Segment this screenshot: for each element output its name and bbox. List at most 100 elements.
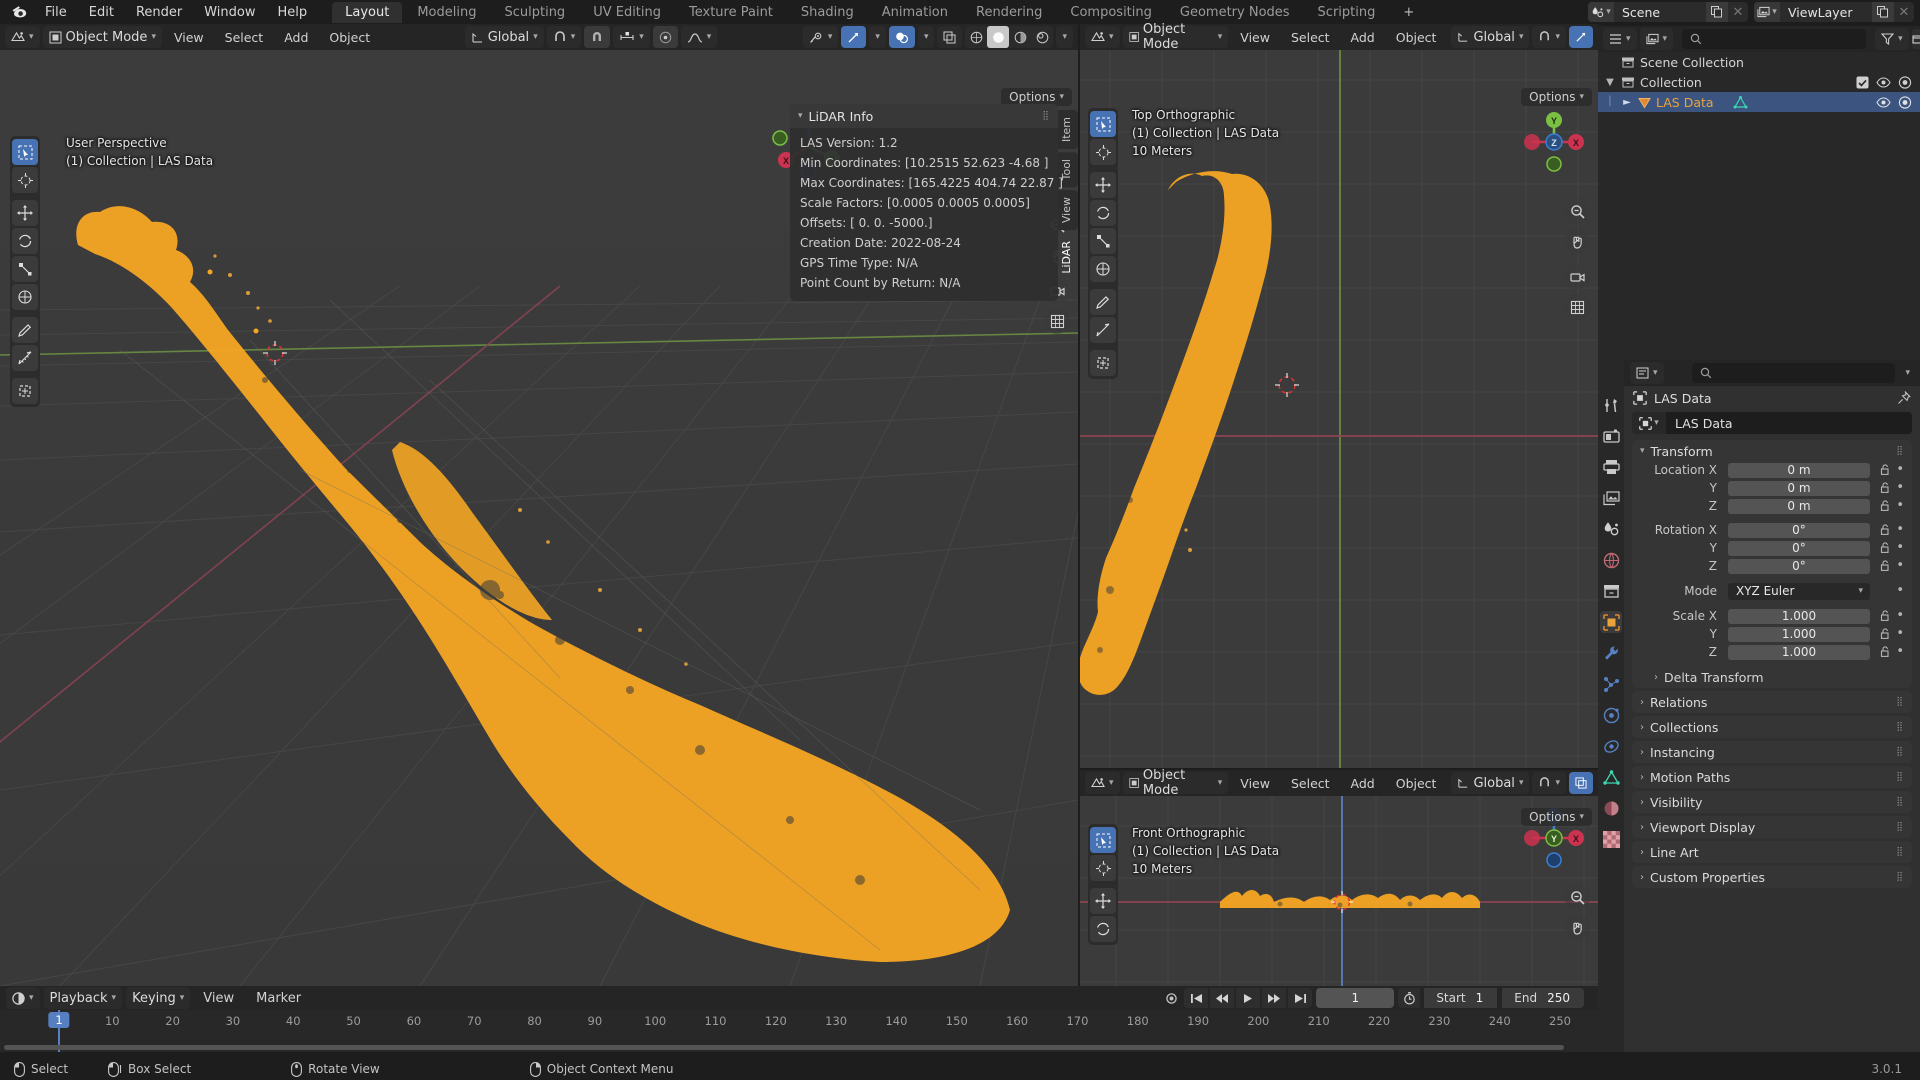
grip-dots-icon[interactable]: ⣿ <box>1896 799 1904 805</box>
tab-shading[interactable]: Shading <box>788 2 867 23</box>
proportional-edit-icon[interactable] <box>653 26 678 48</box>
expand-arrow[interactable]: ▼ <box>1604 77 1616 88</box>
xray-icon[interactable] <box>1569 772 1593 794</box>
grip-dots-icon[interactable]: ⣿ <box>1896 749 1904 755</box>
transform-orientation-label[interactable]: Global <box>1473 776 1514 791</box>
menu-render[interactable]: Render <box>125 3 193 22</box>
eye-icon[interactable] <box>1876 77 1891 88</box>
constraint-icon[interactable] <box>1600 735 1622 757</box>
panel-relations[interactable]: › Relations ⣿ <box>1632 691 1912 713</box>
next-keyframe-icon[interactable] <box>1262 988 1286 1008</box>
lock-icon[interactable] <box>1880 524 1891 536</box>
object-visibility-icon[interactable]: ▾ <box>803 26 839 48</box>
duplicate-icon[interactable] <box>1872 2 1894 22</box>
scene-name[interactable]: Scene <box>1614 5 1706 20</box>
annotate-tool[interactable] <box>1090 289 1116 315</box>
object-icon[interactable]: ▾ <box>1632 412 1666 434</box>
menu-view[interactable]: View <box>1231 774 1279 793</box>
editor-type-3dview-icon[interactable]: ▾ <box>1085 26 1120 48</box>
rotate-tool[interactable] <box>12 228 38 254</box>
location-x-input[interactable]: 0 m <box>1728 463 1870 478</box>
snap-target-icon[interactable]: ▾ <box>613 26 650 48</box>
outliner-search-field[interactable] <box>1708 32 1858 46</box>
rotation-x-input[interactable]: 0° <box>1728 523 1870 538</box>
panel-collections[interactable]: › Collections ⣿ <box>1632 716 1912 738</box>
editor-type-outliner-icon[interactable]: ▾ <box>1603 28 1637 50</box>
lock-icon[interactable] <box>1880 646 1891 658</box>
material-icon[interactable] <box>1600 797 1622 819</box>
gizmo-icon[interactable] <box>841 26 866 48</box>
sidebar-tab-lidar[interactable]: LiDAR <box>1058 234 1078 281</box>
eye-icon[interactable] <box>1876 97 1891 108</box>
delta-transform-subpanel[interactable]: › Delta Transform <box>1632 666 1912 688</box>
animate-dot-icon[interactable]: • <box>1896 611 1904 621</box>
current-frame-input[interactable]: 1 <box>1316 988 1394 1008</box>
navigation-gizmo[interactable]: Y X Z <box>1518 106 1590 178</box>
grip-dots-icon[interactable]: ⣿ <box>1896 448 1904 454</box>
location-z-input[interactable]: 0 m <box>1728 499 1870 514</box>
tab-modeling[interactable]: Modeling <box>404 2 489 23</box>
menu-view[interactable]: View <box>194 989 243 1008</box>
record-icon[interactable] <box>1160 988 1182 1008</box>
stopwatch-icon[interactable] <box>1398 988 1420 1008</box>
particles-icon[interactable] <box>1600 673 1622 695</box>
grid-ortho-icon[interactable] <box>1044 308 1070 334</box>
viewport-front-canvas[interactable]: Front Orthographic (1) Collection | LAS … <box>1080 796 1598 986</box>
scale-tool[interactable] <box>12 256 38 282</box>
cursor-tool[interactable] <box>1090 139 1116 165</box>
rotation-mode-select[interactable]: XYZ Euler ▾ <box>1728 583 1870 600</box>
menu-object[interactable]: Object <box>320 28 379 47</box>
new-collection-icon[interactable] <box>1912 29 1920 49</box>
object-mode-selector[interactable]: Object Mode ▾ <box>1123 772 1229 794</box>
shading-material-icon[interactable] <box>1009 26 1031 48</box>
transform-tool[interactable] <box>1090 256 1116 282</box>
keying-menu[interactable]: Keying▾ <box>126 987 190 1009</box>
add-cube-tool[interactable] <box>1090 350 1116 376</box>
add-cube-tool[interactable] <box>12 378 38 404</box>
panel-viewport-display[interactable]: › Viewport Display ⣿ <box>1632 816 1912 838</box>
play-icon[interactable] <box>1236 988 1260 1008</box>
outliner-row-collection[interactable]: ▼ Collection <box>1598 72 1920 92</box>
rotate-tool[interactable] <box>1090 916 1116 942</box>
menu-add[interactable]: Add <box>1342 774 1384 793</box>
falloff-curve-icon[interactable]: ▾ <box>681 26 718 48</box>
viewport-main-canvas[interactable]: User Perspective (1) Collection | LAS Da… <box>0 50 1078 986</box>
animate-dot-icon[interactable]: • <box>1896 561 1904 571</box>
animate-dot-icon[interactable]: • <box>1896 629 1904 639</box>
texture-icon[interactable] <box>1600 828 1622 850</box>
transform-panel-header[interactable]: ▾ Transform ⣿ <box>1632 440 1912 462</box>
sidebar-tab-item[interactable]: Item <box>1058 110 1078 149</box>
shading-rendered-icon[interactable] <box>1031 26 1053 48</box>
select-box-tool[interactable] <box>12 139 38 165</box>
menu-select[interactable]: Select <box>1282 774 1339 793</box>
filter-icon[interactable]: ▾ <box>1875 28 1909 50</box>
menu-view[interactable]: View <box>1231 28 1279 47</box>
editor-type-properties-icon[interactable]: ▾ <box>1630 362 1664 384</box>
shading-solid-icon[interactable] <box>987 26 1009 48</box>
object-name-value[interactable]: LAS Data <box>1666 412 1912 434</box>
object-mode-selector[interactable]: Object Mode ▾ <box>1123 26 1229 48</box>
outliner-row-las-data[interactable]: │ ► LAS Data <box>1598 92 1920 112</box>
tool-icon[interactable] <box>1600 394 1622 416</box>
pin-icon[interactable] <box>1897 391 1911 405</box>
transform-orientation-selector[interactable]: Global ▾ <box>465 26 544 48</box>
object-mode-label[interactable]: Object Mode <box>1143 768 1214 798</box>
menu-help[interactable]: Help <box>267 3 319 22</box>
overlays-dropdown[interactable]: ▾ <box>918 26 935 48</box>
chevron-down-icon[interactable]: ▾ <box>1905 368 1914 378</box>
printer-icon[interactable] <box>1600 456 1622 478</box>
animate-dot-icon[interactable]: • <box>1896 586 1904 596</box>
lock-icon[interactable] <box>1880 464 1891 476</box>
transform-tool[interactable] <box>12 284 38 310</box>
select-box-tool[interactable] <box>1090 827 1116 853</box>
tab-scripting[interactable]: Scripting <box>1305 2 1389 23</box>
lock-icon[interactable] <box>1880 628 1891 640</box>
scale-tool[interactable] <box>1090 228 1116 254</box>
animate-dot-icon[interactable]: • <box>1896 525 1904 535</box>
jump-to-start-icon[interactable] <box>1184 988 1208 1008</box>
prev-keyframe-icon[interactable] <box>1210 988 1234 1008</box>
pan-icon[interactable] <box>1564 914 1590 940</box>
menu-window[interactable]: Window <box>193 3 266 22</box>
camera-icon[interactable] <box>1564 264 1590 290</box>
object-name-field[interactable]: ▾ LAS Data <box>1632 412 1912 434</box>
